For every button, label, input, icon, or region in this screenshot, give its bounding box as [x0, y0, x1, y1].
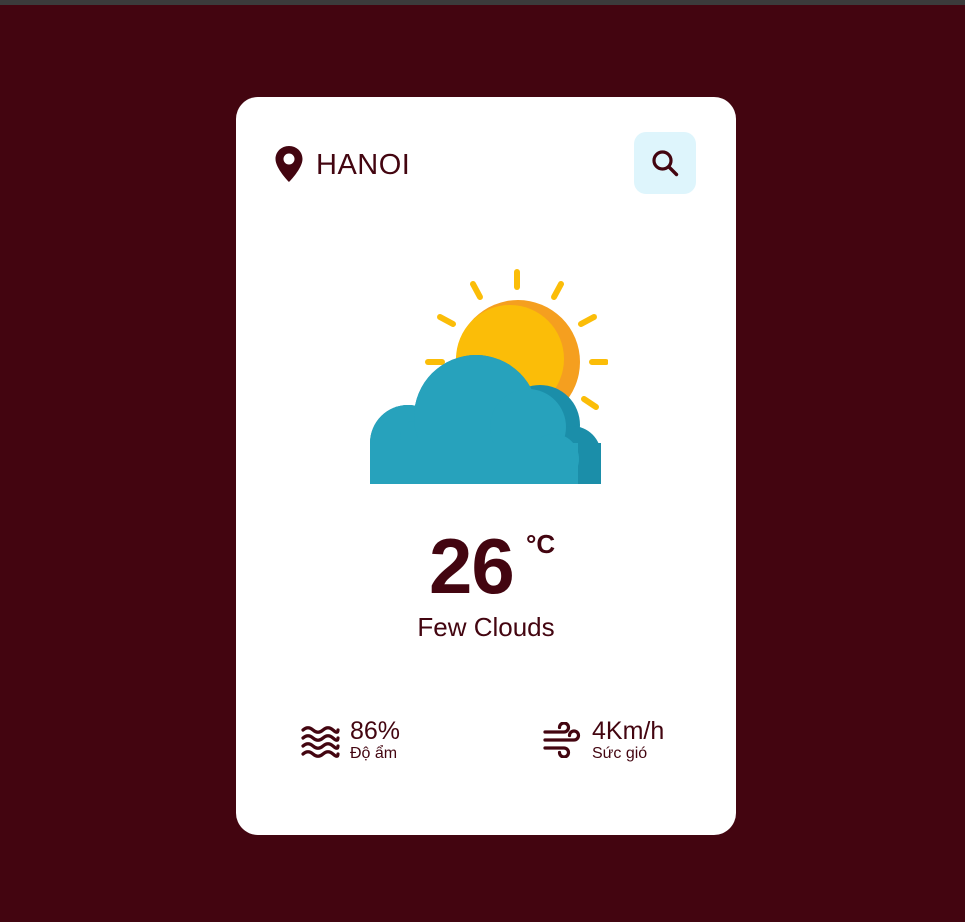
browser-top-edge — [0, 0, 965, 5]
temperature-unit: °C — [526, 529, 556, 559]
sun-behind-cloud-icon — [370, 269, 608, 484]
temperature-value: 26 — [429, 522, 515, 610]
search-icon — [652, 150, 679, 177]
map-pin-icon — [275, 146, 303, 182]
humidity-label: Độ ẩm — [350, 745, 398, 762]
location: HANOI — [274, 145, 410, 183]
search-button[interactable] — [634, 132, 696, 194]
temperature: 26 °C — [236, 525, 736, 607]
weather-description: Few Clouds — [417, 612, 555, 642]
waves-icon — [301, 726, 340, 758]
wind-icon — [543, 722, 581, 758]
wind-stat: 4Km/h Sức gió — [542, 717, 664, 763]
humidity-value: 86% — [350, 717, 401, 745]
wind-value: 4Km/h — [592, 717, 665, 745]
humidity-text: 86% Độ ẩm — [350, 717, 400, 763]
city-name: HANOI — [316, 148, 411, 181]
weather-card: HANOI 26 °C Few Clouds 86% Độ ẩm 4Km/h S… — [236, 97, 736, 835]
wind-label: Sức gió — [592, 745, 648, 762]
humidity-stat: 86% Độ ẩm — [300, 717, 400, 763]
wind-text: 4Km/h Sức gió — [592, 717, 664, 763]
